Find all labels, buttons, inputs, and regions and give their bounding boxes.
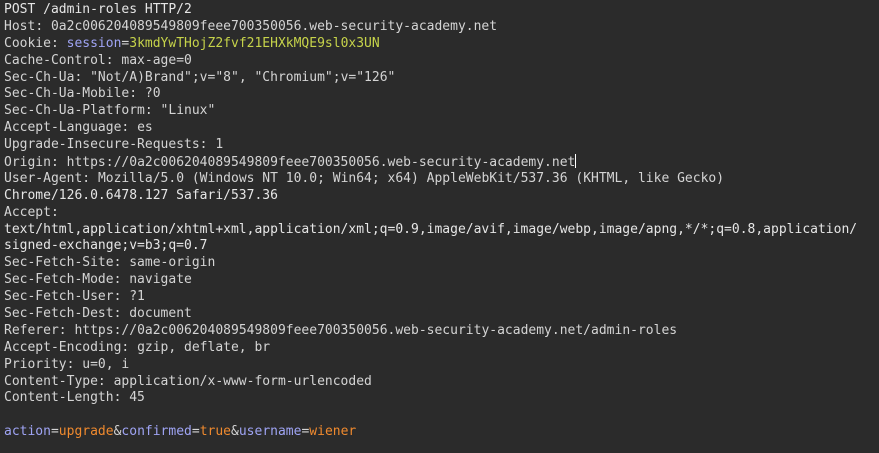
header-name: Cache-Control	[4, 52, 106, 68]
header-value: same-origin	[129, 255, 216, 271]
header-value: 45	[129, 390, 145, 406]
header-origin: Origin: https://0a2c006204089549809feee7…	[4, 154, 577, 171]
header-value: Mozilla/5.0 (Windows NT 10.0; Win64; x64…	[97, 170, 725, 186]
header-name: Sec-Fetch-Mode	[4, 272, 114, 288]
header-accept-continuation: text/html,application/xhtml+xml,applicat…	[4, 221, 858, 237]
header-priority: Priority: u=0, i	[4, 356, 130, 372]
header-value: 1	[215, 137, 224, 153]
header-sec-fetch-mode: Sec-Fetch-Mode: navigate	[4, 272, 192, 288]
header-name: Accept-Language	[4, 120, 122, 136]
header-sec-ch-ua-mobile: Sec-Ch-Ua-Mobile: ?0	[4, 86, 161, 102]
header-value: "Not/A)Brand";v="8", "Chromium";v="126"	[90, 69, 396, 85]
header-name: Sec-Fetch-User	[4, 289, 114, 305]
body-param-value: upgrade	[58, 424, 114, 440]
request-line: POST /admin-roles HTTP/2	[4, 2, 192, 17]
body-param-value: true	[199, 424, 232, 440]
header-accept-continuation-2: signed-exchange;v=b3;q=0.7	[4, 238, 208, 254]
header-content-type: Content-Type: application/x-www-form-url…	[4, 373, 372, 389]
header-name: Priority	[4, 356, 67, 372]
body-param-name: confirmed	[121, 424, 192, 440]
header-sec-fetch-site: Sec-Fetch-Site: same-origin	[4, 255, 216, 271]
header-sec-ch-ua: Sec-Ch-Ua: "Not/A)Brand";v="8", "Chromiu…	[4, 69, 396, 85]
header-name: Content-Type	[4, 373, 98, 389]
cookie-name: session	[66, 35, 122, 51]
header-accept-language: Accept-Language: es	[4, 120, 153, 136]
header-host: Host: 0a2c006204089549809feee700350056.w…	[4, 18, 498, 34]
header-value: "Linux"	[160, 103, 216, 119]
header-name: Sec-Ch-Ua-Mobile	[4, 86, 130, 102]
header-upgrade-insecure-requests: Upgrade-Insecure-Requests: 1	[4, 137, 224, 153]
header-accept-encoding: Accept-Encoding: gzip, deflate, br	[4, 339, 271, 355]
header-name: Sec-Fetch-Dest	[4, 306, 114, 322]
header-name: Accept-Encoding	[4, 339, 122, 355]
header-value: application/x-www-form-urlencoded	[113, 373, 372, 389]
header-name: Referer	[4, 322, 59, 338]
header-cache-control: Cache-Control: max-age=0	[4, 52, 192, 68]
header-value: gzip, deflate, br	[137, 339, 271, 355]
header-referer: Referer: https://0a2c006204089549809feee…	[4, 322, 678, 338]
header-value: document	[129, 306, 192, 322]
http-request-editor[interactable]: POST /admin-roles HTTP/2 Host: 0a2c00620…	[0, 0, 879, 453]
header-sec-ch-ua-platform: Sec-Ch-Ua-Platform: "Linux"	[4, 103, 216, 119]
header-value: ?1	[129, 289, 145, 305]
header-name: Origin	[4, 155, 51, 171]
cookie-value: 3kmdYwTHojZ2fvf21EHXkMQE9sl0x3UN	[129, 35, 380, 51]
body-param-name: username	[238, 424, 302, 440]
header-name: Upgrade-Insecure-Requests	[4, 137, 200, 153]
header-name: Host	[4, 18, 36, 34]
header-accept: Accept:	[4, 204, 59, 220]
header-name: Sec-Ch-Ua-Platform	[4, 103, 145, 119]
header-value: 0a2c006204089549809feee700350056.web-sec…	[50, 18, 498, 34]
header-name: Sec-Fetch-Site	[4, 255, 114, 271]
header-cookie: Cookie: session=3kmdYwTHojZ2fvf21EHXkMQE…	[4, 35, 380, 51]
header-name: Cookie	[4, 35, 51, 51]
header-name: Content-Length	[4, 390, 114, 406]
header-user-agent-continuation: Chrome/126.0.6478.127 Safari/537.36	[4, 187, 278, 203]
header-value: https://0a2c006204089549809feee700350056…	[66, 155, 576, 171]
header-value: https://0a2c006204089549809feee700350056…	[74, 322, 678, 338]
header-value: ?0	[144, 86, 161, 102]
header-name: Sec-Ch-Ua	[4, 69, 75, 85]
header-sec-fetch-user: Sec-Fetch-User: ?1	[4, 289, 145, 305]
header-name: User-Agent	[4, 170, 83, 186]
request-body: action=upgrade&confirmed=true&username=w…	[4, 424, 357, 440]
header-sec-fetch-dest: Sec-Fetch-Dest: document	[4, 306, 192, 322]
header-name: Accept	[4, 204, 51, 220]
body-param-name: action	[4, 424, 51, 440]
header-value: es	[137, 120, 153, 136]
header-value: max-age=0	[121, 52, 192, 68]
header-content-length: Content-Length: 45	[4, 390, 145, 406]
header-value: navigate	[129, 272, 192, 288]
header-value: u=0, i	[82, 356, 130, 372]
body-param-value: wiener	[309, 424, 357, 440]
header-user-agent: User-Agent: Mozilla/5.0 (Windows NT 10.0…	[4, 170, 725, 186]
text-cursor	[575, 154, 577, 169]
